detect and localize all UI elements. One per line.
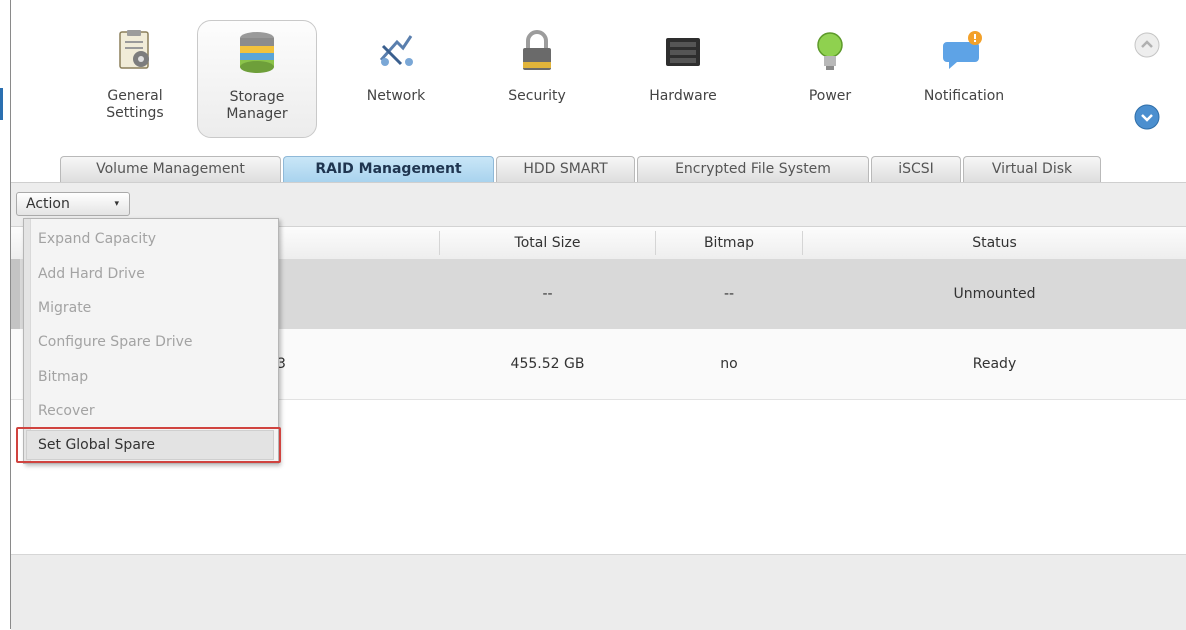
nav-hardware[interactable]: Hardware (623, 20, 743, 138)
tab-iscsi[interactable]: iSCSI (871, 156, 961, 182)
row-selection-marker (11, 259, 20, 329)
nav-security[interactable]: Security (477, 20, 597, 138)
caret-down-icon: ▾ (114, 199, 119, 209)
cell-total-size: -- (542, 286, 553, 302)
menu-item-configure-spare-drive: Configure Spare Drive (38, 334, 193, 350)
action-dropdown-button[interactable]: Action ▾ (16, 192, 130, 216)
nav-hardware-label: Hardware (649, 88, 717, 104)
chevron-up-icon (1134, 32, 1160, 58)
nav-notification[interactable]: Notification (904, 20, 1024, 138)
cell-bitmap: -- (723, 286, 735, 302)
cell-status: Unmounted (953, 286, 1036, 302)
power-bulb-icon (817, 32, 843, 70)
control-panel-icon-bar: General Settings Storage Manager Network… (11, 0, 1186, 152)
menu-item-bitmap: Bitmap (38, 369, 89, 385)
security-lock-icon (523, 30, 551, 70)
column-header-status[interactable]: Status (803, 227, 1186, 259)
general-settings-icon (119, 30, 149, 69)
cell-bitmap: no (720, 356, 738, 372)
tab-encrypted-file-system[interactable]: Encrypted File System (637, 156, 869, 182)
cell-name-partial: 3 (277, 356, 286, 372)
column-header-bitmap[interactable]: Bitmap (656, 227, 802, 259)
menu-item-add-hard-drive: Add Hard Drive (38, 266, 145, 282)
tab-hdd-smart[interactable]: HDD SMART (496, 156, 635, 182)
menu-item-expand-capacity: Expand Capacity (38, 231, 156, 247)
bottom-status-bar (11, 554, 1186, 630)
nav-power-label: Power (808, 88, 852, 104)
tab-volume-management[interactable]: Volume Management (60, 156, 281, 182)
scroll-down-button[interactable] (1134, 104, 1160, 130)
nav-security-label: Security (508, 88, 566, 104)
menu-item-recover: Recover (38, 403, 95, 419)
nav-notification-label: Notification (923, 88, 1005, 104)
nav-network[interactable]: Network (336, 20, 456, 138)
cell-total-size: 455.52 GB (510, 356, 585, 372)
chevron-down-icon (1134, 104, 1160, 130)
nav-network-label: Network (366, 88, 426, 104)
tab-raid-management[interactable]: RAID Management (283, 156, 494, 182)
hardware-icon (666, 38, 700, 66)
action-menu-icon-strip (24, 219, 31, 461)
storage-tab-bar: Volume Management RAID Management HDD SM… (11, 152, 1186, 182)
action-button-label: Action (26, 196, 70, 212)
column-header-total-size[interactable]: Total Size (440, 227, 655, 259)
notification-icon (943, 31, 982, 69)
nav-general-settings-label: General Settings (106, 88, 164, 121)
tab-virtual-disk[interactable]: Virtual Disk (963, 156, 1101, 182)
nav-power[interactable]: Power (770, 20, 890, 138)
nav-storage-manager[interactable]: Storage Manager (197, 20, 317, 138)
storage-manager-icon (240, 32, 274, 73)
cell-status: Ready (972, 356, 1017, 372)
annotation-highlight-box (16, 427, 281, 463)
nav-storage-manager-label: Storage Manager (226, 89, 288, 122)
nav-general-settings[interactable]: General Settings (75, 20, 195, 138)
menu-item-migrate: Migrate (38, 300, 92, 316)
scroll-up-button[interactable] (1134, 32, 1160, 58)
window-edge-accent (0, 88, 3, 120)
network-icon (379, 35, 413, 66)
